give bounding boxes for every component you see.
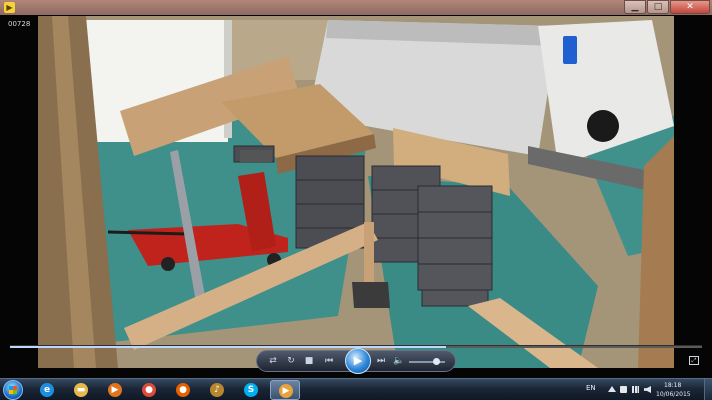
taskbar-button-firefox[interactable]: ● [168, 380, 198, 400]
hammer-head [352, 282, 390, 308]
internet-explorer-icon: e [40, 383, 54, 397]
stop-icon[interactable]: ■ [303, 355, 315, 367]
action-center-icon[interactable] [620, 386, 627, 393]
taskbar-button-chrome[interactable]: ● [134, 380, 164, 400]
repeat-icon[interactable]: ↻ [285, 355, 297, 367]
windows-explorer-icon: ▬ [74, 383, 88, 397]
network-icon[interactable] [632, 386, 639, 393]
skype-icon: S [244, 383, 258, 397]
volume-icon[interactable]: 🔈 [393, 355, 405, 367]
minimize-button[interactable]: ▁ [624, 0, 646, 14]
itunes-icon: ♪ [210, 383, 224, 397]
media-player-window: ▶ ▁ □ ✕ 00728 ⇄ ↻ ■ ⏮ ▶ ⏭ 🔈 ⤢ [0, 0, 712, 378]
seek-progress [10, 346, 446, 348]
video-scene [38, 16, 674, 368]
file-name-label: 00728 [8, 20, 31, 28]
chrome-icon: ● [142, 383, 156, 397]
taskbar: e ▬ ▶ ● ● ♪ S ▶ EN 18:18 10/06/2015 [0, 378, 712, 400]
previous-icon[interactable]: ⏮ [323, 355, 335, 367]
show-hidden-icons-icon[interactable] [608, 386, 616, 392]
clock-date[interactable]: 10/06/2015 [656, 391, 691, 398]
taskbar-button-skype[interactable]: S [236, 380, 266, 400]
play-icon: ▶ [353, 354, 363, 367]
volume-knob[interactable] [433, 358, 440, 365]
window-controls: ▁ □ ✕ [623, 0, 710, 14]
next-icon[interactable]: ⏭ [375, 355, 387, 367]
system-tray: EN 18:18 10/06/2015 [582, 379, 712, 400]
player-app-icon[interactable]: ▶ [4, 2, 15, 13]
brick-stack-right [417, 185, 493, 307]
title-bar[interactable]: ▶ ▁ □ ✕ [0, 0, 712, 15]
maximize-button[interactable]: □ [647, 0, 669, 14]
firefox-icon: ● [176, 383, 190, 397]
start-button[interactable] [3, 380, 23, 400]
taskbar-button-internet-explorer[interactable]: e [32, 380, 62, 400]
blue-switch [563, 36, 577, 64]
taskbar-button-windows-explorer[interactable]: ▬ [66, 380, 96, 400]
video-frame[interactable] [38, 16, 674, 368]
media-player-icon: ▶ [108, 383, 122, 397]
play-button[interactable]: ▶ [345, 348, 371, 374]
clock-time[interactable]: 18:18 [664, 382, 681, 389]
volume-tray-icon[interactable] [644, 386, 651, 393]
volume-slider[interactable] [409, 358, 445, 365]
show-desktop-button[interactable] [704, 379, 712, 400]
playback-controls: ⇄ ↻ ■ ⏮ ▶ ⏭ 🔈 [256, 348, 456, 374]
taskbar-button-itunes[interactable]: ♪ [202, 380, 232, 400]
screen: ▶ ▁ □ ✕ 00728 ⇄ ↻ ■ ⏮ ▶ ⏭ 🔈 ⤢ e ▬ ▶ ● ● … [0, 0, 712, 400]
fullscreen-icon[interactable]: ⤢ [689, 356, 699, 365]
switch-to-library-icon[interactable]: ⇄ [267, 355, 279, 367]
video-player-icon: ▶ [279, 384, 293, 398]
language-indicator[interactable]: EN [586, 384, 596, 392]
dust-port [587, 110, 619, 142]
taskbar-button-media-player[interactable]: ▶ [100, 380, 130, 400]
taskbar-button-video-player[interactable]: ▶ [270, 380, 300, 400]
close-button[interactable]: ✕ [670, 0, 710, 14]
